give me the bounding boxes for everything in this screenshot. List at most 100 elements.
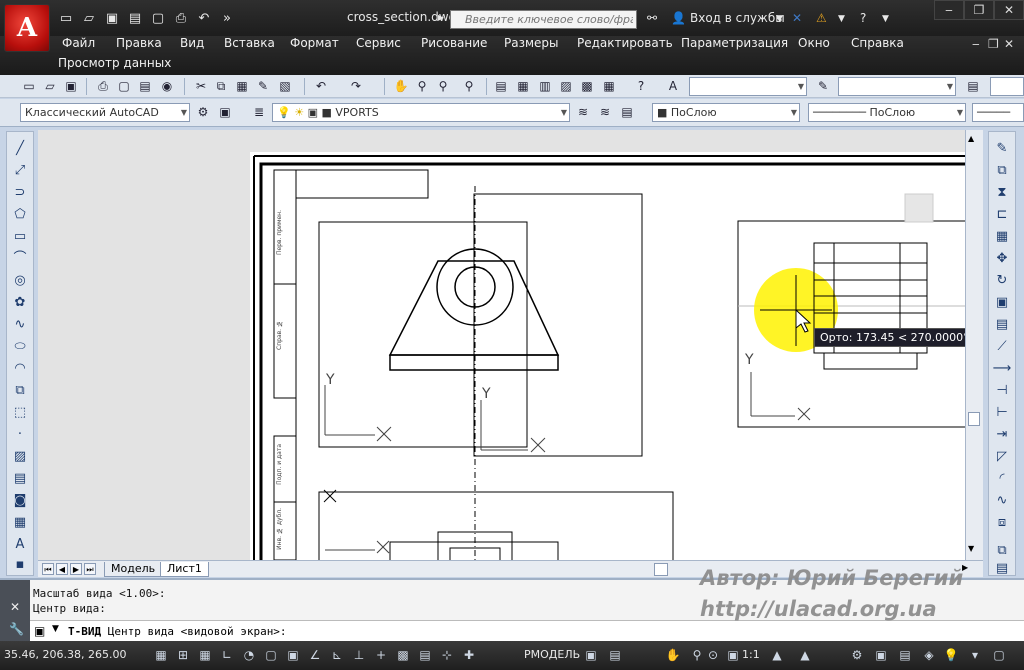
doc-restore-icon[interactable]: ❐ [988,37,999,51]
scale-icon[interactable]: ▣ [992,294,1012,312]
undo-icon[interactable]: ↶ [312,77,330,95]
gradient-icon[interactable]: ▤ [10,470,30,488]
annotation-visibility-icon[interactable]: ▲ [768,646,786,664]
lock-icon[interactable]: ▣ [872,646,890,664]
maximize-icon[interactable]: ❐ [964,0,994,20]
layer-manager-icon[interactable]: ≣ [250,103,268,121]
coordinates-readout[interactable]: 35.46, 206.38, 265.00 [4,648,126,661]
clean-screen-icon[interactable]: ▢ [990,646,1008,664]
grid-icon[interactable]: ▦ [196,646,214,664]
region-icon[interactable]: ◙ [10,492,30,510]
transparency-icon[interactable]: ▩ [394,646,412,664]
drawing-canvas[interactable]: Y Y Y Перв. примен. Справ. № Подп. и дат… [38,130,983,560]
ortho-icon[interactable]: ∟ [218,646,236,664]
hatch-icon[interactable]: ▨ [10,448,30,466]
save-icon[interactable]: ▣ [62,77,80,95]
scroll-thumb[interactable] [968,412,980,426]
mirror-icon[interactable]: ⧗ [992,184,1012,202]
annotation-scale-value[interactable]: 1:1 [742,648,760,661]
next-tab-icon[interactable]: ▶ [70,563,82,575]
match-properties-icon[interactable]: ✎ [254,77,272,95]
osnap-icon[interactable]: ▢ [262,646,280,664]
otrack-icon[interactable]: ∠ [306,646,324,664]
table-style-select[interactable] [990,77,1024,96]
zoom-previous-icon[interactable]: ⚲ [460,77,478,95]
extend-icon[interactable]: ⟶ [992,360,1012,378]
search-input[interactable] [465,12,633,27]
insert-block-icon[interactable]: ⧉ [10,382,30,400]
lineweight-icon[interactable]: + [372,646,390,664]
table-style-icon[interactable]: ▤ [964,77,982,95]
layer-select[interactable]: 💡 ☀ ▣ ■ VPORTS ▼ [272,103,570,122]
selection-cycling-icon[interactable]: ⊹ [438,646,456,664]
new-icon[interactable]: ▭ [56,9,76,29]
scroll-down-icon[interactable]: ▼ [968,544,974,553]
login-dropdown-icon[interactable]: ▼ [776,14,783,24]
stretch-icon[interactable]: ▤ [992,316,1012,334]
ellipse-icon[interactable]: ⬭ [10,338,30,356]
open-icon[interactable]: ▱ [41,77,59,95]
print-icon[interactable]: ⎙ [171,9,191,29]
maximize-viewport-icon[interactable]: ▣ [582,646,600,664]
layer-previous-icon[interactable]: ≋ [596,103,614,121]
workspace-settings-icon[interactable]: ⚙ [194,103,212,121]
make-current-icon[interactable]: ≋ [574,103,592,121]
break-at-point-icon[interactable]: ⊣ [992,382,1012,400]
menu-view[interactable]: Вид [180,36,204,50]
move-icon[interactable]: ✥ [992,250,1012,268]
workspace-select[interactable]: Классический AutoCAD ▼ [20,103,190,122]
cut-icon[interactable]: ✂ [192,77,210,95]
circle-icon[interactable]: ◎ [10,272,30,290]
plot-preview-icon[interactable]: ▢ [148,9,168,29]
steering-wheel-icon[interactable]: ⊙ [704,646,722,664]
command-dropdown-icon[interactable]: ▼ [52,624,59,634]
line-icon[interactable]: ╱ [10,140,30,158]
prev-tab-icon[interactable]: ◀ [56,563,68,575]
quick-view-layouts-icon[interactable]: ▤ [606,646,624,664]
redo-icon[interactable]: ↷ [347,77,365,95]
app-dropdown-icon[interactable]: ▼ [838,14,845,24]
tool-palettes-icon[interactable]: ▥ [536,77,554,95]
workspace-switch-icon[interactable]: ⚙ [848,646,866,664]
construction-line-icon[interactable]: ⤢ [10,162,30,180]
color-select[interactable]: ■ ПоСлою ▼ [652,103,800,122]
lineweight-select[interactable]: ───── [972,103,1024,122]
blend-icon[interactable]: ∿ [992,492,1012,510]
sheet-set-icon[interactable]: ▨ [557,77,575,95]
linetype-select[interactable]: ──────── ПоСлою ▼ [808,103,966,122]
offset-icon[interactable]: ⊏ [992,206,1012,224]
text-style-select[interactable]: ▼ [689,77,807,96]
clean-screen-bulb-icon[interactable]: 💡 [942,646,960,664]
plot-preview-icon[interactable]: ▢ [115,77,133,95]
wrench-icon[interactable]: 🔧 [9,622,24,636]
search-expand-icon[interactable]: ▸ [438,10,444,24]
add-selected-icon[interactable]: ▪ [10,556,30,574]
menu-dimension[interactable]: Размеры [504,36,559,50]
viewport-icon[interactable] [904,193,934,223]
mtext-icon[interactable]: A [10,536,30,554]
command-input[interactable]: ▣ ▼ Т-ВИД Центр вида <видовой экран>: [30,620,1024,642]
tab-model[interactable]: Модель [104,562,163,577]
pan-status-icon[interactable]: ✋ [664,646,682,664]
app-logo[interactable]: A [4,4,50,52]
point-icon[interactable]: · [10,426,30,444]
auto-scale-icon[interactable]: ▲ [796,646,814,664]
polyline-icon[interactable]: ⊃ [10,184,30,202]
help-icon[interactable]: ? [860,11,866,25]
polygon-icon[interactable]: ⬠ [10,206,30,224]
menu-format[interactable]: Формат [290,36,339,50]
menu-draw[interactable]: Рисование [421,36,487,50]
fillet-icon[interactable]: ◜ [992,470,1012,488]
new-icon[interactable]: ▭ [20,77,38,95]
doc-close-icon[interactable]: ✕ [1004,37,1014,51]
annotation-scale-icon[interactable]: ▣ [724,646,742,664]
command-handle[interactable]: ✕ 🔧 [0,580,30,642]
annotation-monitor-icon[interactable]: ✚ [460,646,478,664]
trim-icon[interactable]: ⟋ [992,338,1012,356]
workspace-customize-icon[interactable]: ▣ [216,103,234,121]
polar-icon[interactable]: ◔ [240,646,258,664]
array-icon[interactable]: ▦ [992,228,1012,246]
menu-data-view[interactable]: Просмотр данных [58,56,171,70]
save-as-icon[interactable]: ▤ [125,9,145,29]
hardware-accel-icon[interactable]: ▤ [896,646,914,664]
